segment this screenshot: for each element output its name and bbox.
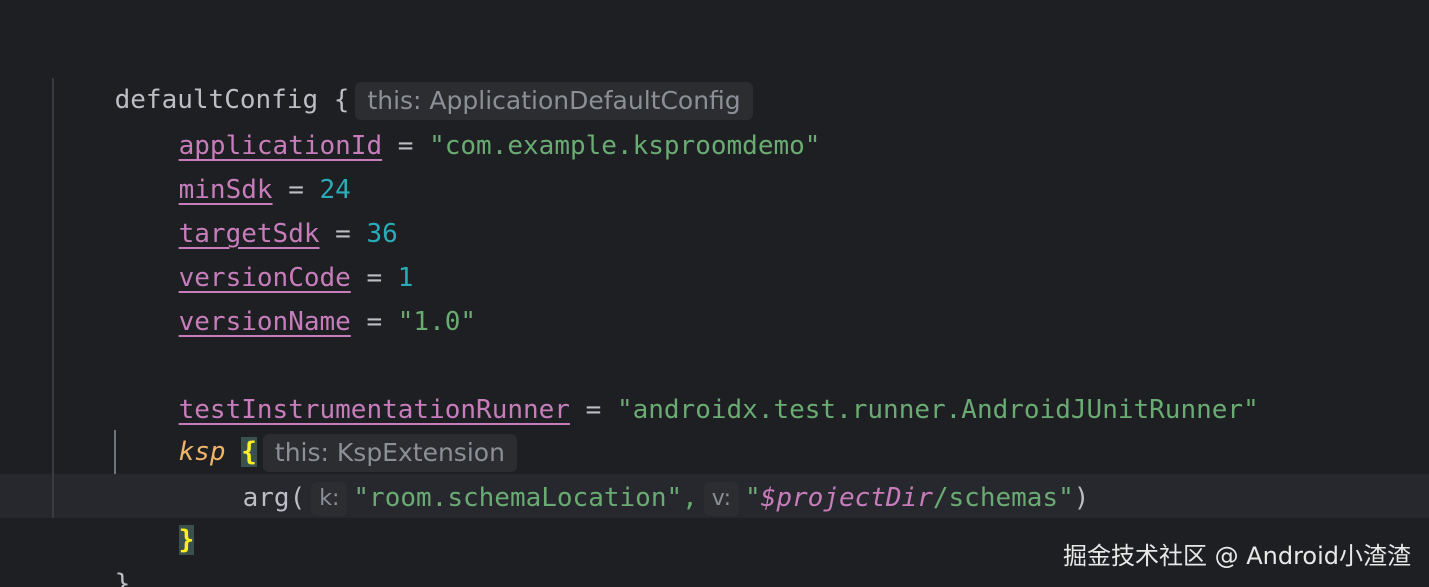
string-value: "com.example.ksproomdemo" xyxy=(429,131,821,161)
close-brace: } xyxy=(114,569,131,587)
string-value: /schemas" xyxy=(932,483,1074,513)
code-line-6[interactable]: versionName = "1.0" xyxy=(116,256,476,337)
code-line-9[interactable]: ksp {this: KspExtension xyxy=(116,386,517,472)
code-line-2[interactable]: applicationId = "com.example.ksproomdemo… xyxy=(116,80,821,161)
code-line-8[interactable]: testInstrumentationRunner = "androidx.te… xyxy=(116,344,1259,425)
string-value: "androidx.test.runner.AndroidJUnitRunner… xyxy=(616,395,1259,425)
code-line-11[interactable]: } xyxy=(116,474,195,555)
assign-operator: = xyxy=(382,131,430,161)
param-hint-v: v: xyxy=(703,481,740,516)
code-line-1[interactable]: defaultConfig {this: ApplicationDefaultC… xyxy=(52,34,753,120)
code-line-12[interactable]: } xyxy=(52,518,131,587)
string-value: "1.0" xyxy=(397,307,477,337)
param-hint-k: k: xyxy=(311,481,348,516)
assign-operator: = xyxy=(350,307,398,337)
string-quote: " xyxy=(745,483,761,513)
assign-operator: = xyxy=(569,395,617,425)
watermark: 掘金技术社区 @ Android小渣渣 xyxy=(1062,542,1411,570)
code-line-3[interactable]: minSdk = 24 xyxy=(116,124,351,205)
template-variable: $projectDir xyxy=(760,483,933,513)
code-editor[interactable]: defaultConfig {this: ApplicationDefaultC… xyxy=(0,0,1429,587)
property-name: versionName xyxy=(178,307,351,337)
close-brace-highlighted: } xyxy=(178,525,195,555)
close-paren: ) xyxy=(1073,483,1090,513)
arg-function: arg( xyxy=(242,483,306,513)
code-line-5[interactable]: versionCode = 1 xyxy=(116,212,414,293)
code-line-10[interactable]: arg(k: "room.schemaLocation", v: "$projectD… xyxy=(180,432,1089,516)
code-line-4[interactable]: targetSdk = 36 xyxy=(116,168,398,249)
string-value: "room.schemaLocation", xyxy=(353,483,698,513)
